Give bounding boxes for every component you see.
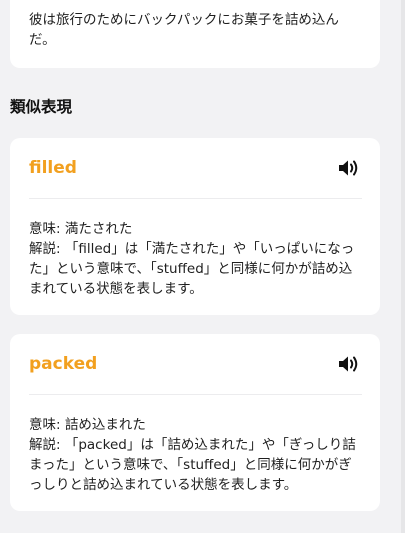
synonym-word: packed — [29, 354, 98, 374]
synonym-header: filled — [29, 138, 362, 199]
scrollbar[interactable] — [401, 0, 405, 533]
section-title: 類似表現 — [10, 98, 73, 116]
synonym-explanation: 解説: 「packed」は「詰め込まれた」や「ぎっしり詰まった」という意味で、「… — [29, 437, 356, 493]
synonym-card: packed 意味: 詰め込まれた 解説: 「packed」は「詰め込まれた」や… — [10, 334, 380, 511]
synonym-meaning: 意味: 満たされた — [29, 221, 133, 237]
example-sentence: 彼は旅行のためにバックパックにお菓子を詰め込んだ。 — [29, 12, 339, 48]
synonym-body: 意味: 詰め込まれた 解説: 「packed」は「詰め込まれた」や「ぎっしり詰ま… — [29, 395, 362, 495]
synonym-header: packed — [29, 334, 362, 395]
synonym-card: filled 意味: 満たされた 解説: 「filled」は「満たされた」や「い… — [10, 138, 380, 315]
synonym-body: 意味: 満たされた 解説: 「filled」は「満たされた」や「いっぱいになった… — [29, 199, 362, 299]
speaker-icon[interactable] — [336, 351, 362, 377]
example-card: 彼は旅行のためにバックパックにお菓子を詰め込んだ。 — [10, 0, 380, 68]
speaker-icon[interactable] — [336, 155, 362, 181]
synonym-word: filled — [29, 158, 77, 178]
synonym-explanation: 解説: 「filled」は「満たされた」や「いっぱいになった」という意味で、「s… — [29, 241, 355, 297]
synonym-meaning: 意味: 詰め込まれた — [29, 417, 146, 433]
